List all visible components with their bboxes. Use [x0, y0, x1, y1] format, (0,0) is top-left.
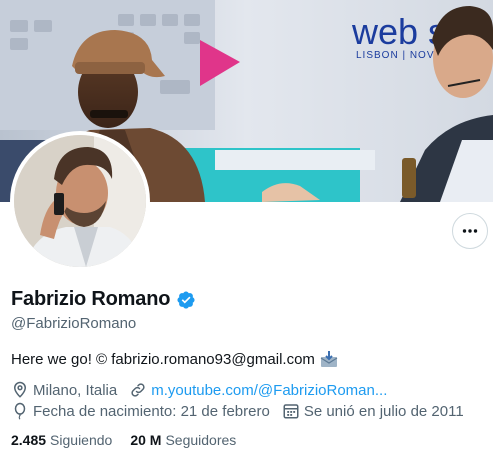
banner-sign-subtext: LISBON | NOVE [356, 50, 442, 61]
link-icon [129, 381, 147, 399]
birthday-text: Fecha de nacimiento: 21 de febrero [33, 402, 270, 420]
joined-text: Se unió en julio de 2011 [303, 402, 464, 420]
incoming-envelope-icon [320, 350, 338, 368]
birthday-item: Fecha de nacimiento: 21 de febrero [11, 402, 270, 420]
profile-name: Fabrizio Romano [11, 288, 171, 310]
joined-item: Se unió en julio de 2011 [282, 402, 464, 420]
calendar-icon [282, 402, 300, 420]
followers-link[interactable]: 20 M Seguidores [130, 432, 236, 448]
bio-text: Here we go! © fabrizio.romano93@gmail.co… [11, 350, 315, 368]
location-text: Milano, Italia [33, 381, 118, 399]
website-link[interactable]: m.youtube.com/@FabrizioRoman... [151, 382, 387, 399]
following-count: 2.485 [11, 432, 47, 448]
profile-avatar[interactable] [10, 131, 150, 271]
following-link[interactable]: 2.485 Siguiendo [11, 432, 112, 448]
location-pin-icon [11, 381, 29, 399]
banner-sign-text: web s [351, 11, 446, 52]
following-label: Siguiendo [50, 432, 113, 448]
verified-badge-icon[interactable] [176, 290, 196, 310]
profile-meta-row-1: Milano, Italia m.youtube.com/@FabrizioRo… [11, 381, 399, 399]
profile-name-row: Fabrizio Romano [11, 288, 196, 311]
profile-handle: @FabrizioRomano [11, 315, 137, 332]
profile-page: web s LISBON | NOVE Fabrizio Romano @Fab… [0, 0, 493, 457]
location-item: Milano, Italia [11, 381, 117, 399]
more-options-button[interactable] [452, 213, 488, 249]
website-item[interactable]: m.youtube.com/@FabrizioRoman... [129, 381, 387, 399]
followers-label: Seguidores [165, 432, 237, 448]
avatar-photo [14, 135, 146, 267]
profile-stats: 2.485 Siguiendo 20 M Seguidores [11, 432, 254, 448]
profile-meta-row-2: Fecha de nacimiento: 21 de febrero Se un… [11, 402, 476, 420]
more-dots-icon [462, 229, 478, 233]
balloon-icon [11, 402, 29, 420]
followers-count: 20 M [130, 432, 162, 448]
profile-bio: Here we go! © fabrizio.romano93@gmail.co… [11, 350, 338, 368]
